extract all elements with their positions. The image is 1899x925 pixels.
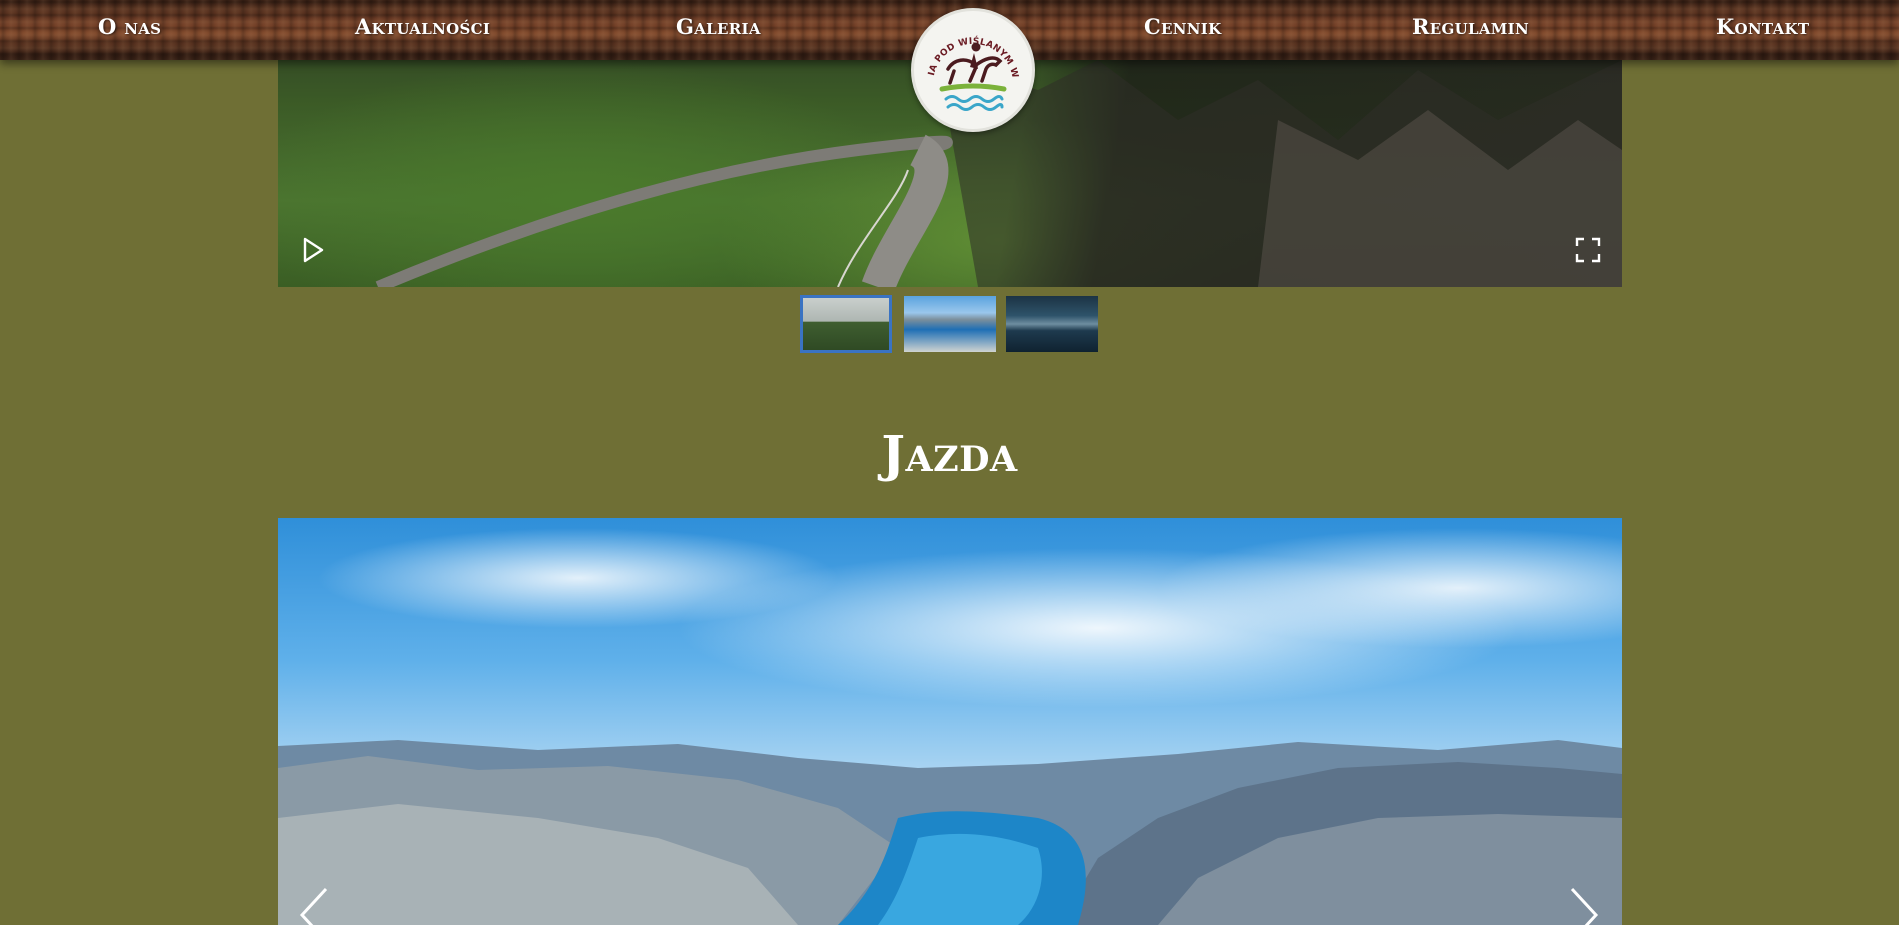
nav-item-kontakt[interactable]: Kontakt [1716, 14, 1809, 39]
fullscreen-button[interactable] [1574, 236, 1602, 264]
nav-item-aktualnosci[interactable]: Aktualności [355, 14, 490, 39]
nav-item-galeria[interactable]: Galeria [676, 14, 761, 39]
bottom-gallery-slideshow[interactable] [278, 518, 1622, 925]
nav-item-regulamin[interactable]: Regulamin [1412, 14, 1529, 39]
next-slide-button[interactable] [1564, 883, 1604, 925]
thumbnail-3[interactable] [1006, 296, 1098, 352]
previous-slide-button[interactable] [294, 883, 334, 925]
fullscreen-icon [1575, 237, 1601, 263]
nav-item-cennik[interactable]: Cennik [1144, 14, 1221, 39]
play-button[interactable] [300, 236, 326, 264]
thumbnail-1[interactable] [800, 295, 892, 353]
chevron-right-icon [1570, 887, 1599, 925]
horse-rider-icon: STAJNIA POD WIŚLANYM WAŁEM [914, 11, 1019, 111]
thumbnail-2[interactable] [904, 296, 996, 352]
play-icon [303, 237, 324, 263]
section-title: Jazda [881, 424, 1018, 483]
stable-logo[interactable]: STAJNIA POD WIŚLANYM WAŁEM [911, 8, 1035, 132]
nav-item-o-nas[interactable]: O nas [98, 14, 161, 39]
chevron-left-icon [299, 887, 328, 925]
fjord-landscape-image [278, 740, 1622, 925]
